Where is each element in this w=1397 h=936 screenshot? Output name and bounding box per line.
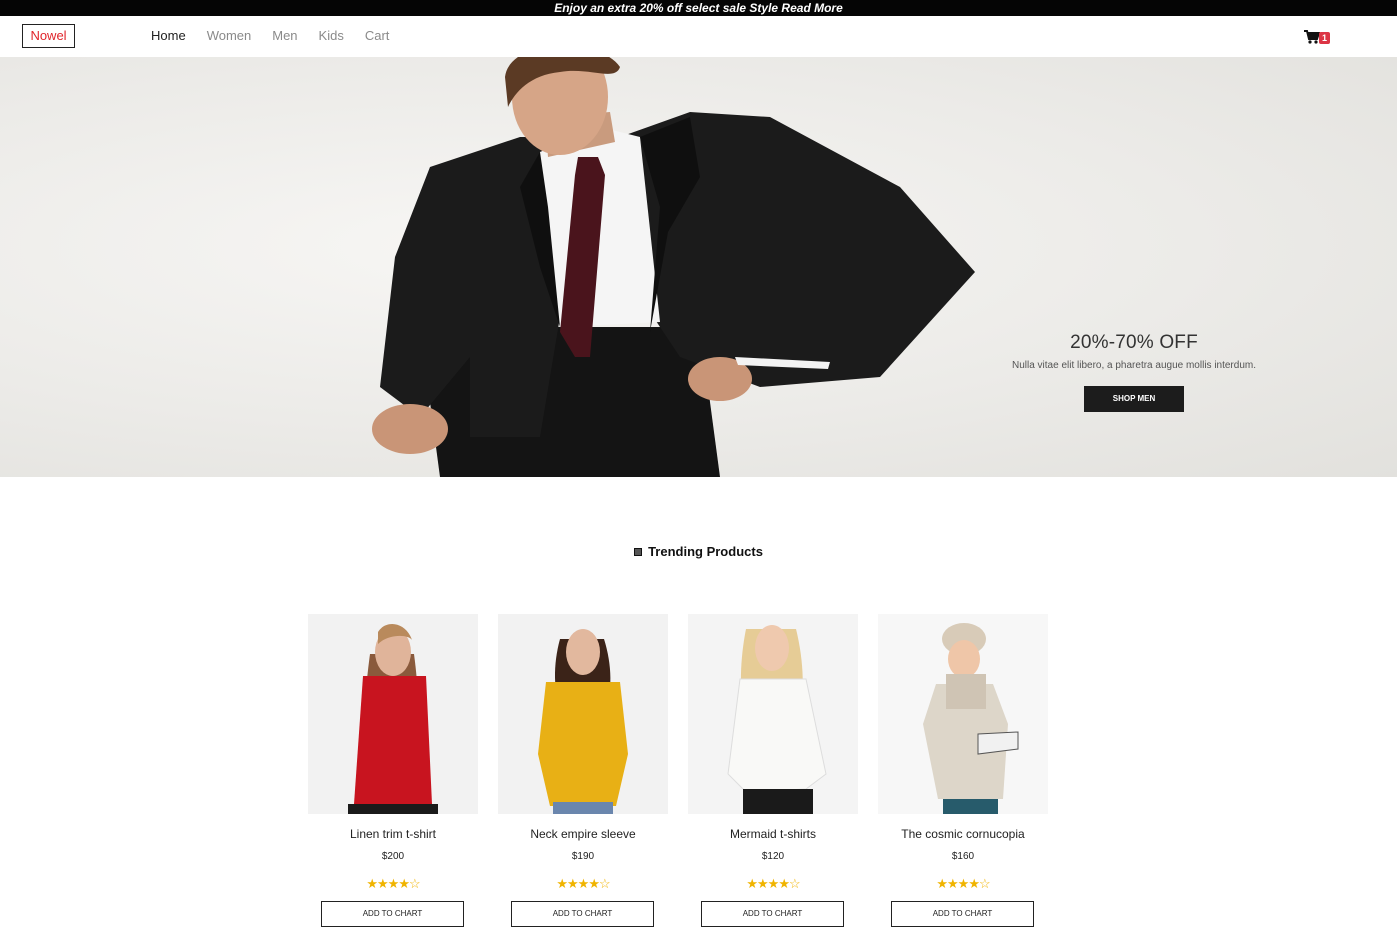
star-icon: ★★★★: [556, 876, 600, 891]
rating-stars: ★★★★☆: [878, 876, 1048, 892]
star-icon: ★★★★: [936, 876, 980, 891]
product-price: $160: [951, 851, 975, 862]
square-icon: [634, 548, 643, 556]
hero-model-image: [372, 57, 975, 477]
cart-count-badge: 1: [1319, 32, 1331, 44]
nav-men[interactable]: Men: [272, 28, 297, 43]
product-name[interactable]: Linen trim t-shirt: [308, 827, 478, 841]
add-to-cart-button[interactable]: ADD TO CHART: [511, 901, 654, 927]
star-empty-icon: ☆: [408, 876, 421, 891]
trending-products-heading: Trending Products: [0, 544, 1397, 559]
product-image[interactable]: [688, 614, 858, 814]
promo-banner[interactable]: Enjoy an extra 20% off select sale Style…: [0, 0, 1397, 16]
product-card[interactable]: Linen trim t-shirt $200 ★★★★☆ ADD TO CHA…: [308, 614, 478, 936]
product-image[interactable]: [878, 614, 1048, 814]
add-to-cart-button[interactable]: ADD TO CHART: [321, 901, 464, 927]
add-to-cart-button[interactable]: ADD TO CHART: [701, 901, 844, 927]
hero-subtitle: Nulla vitae elit libero, a pharetra augu…: [1011, 360, 1256, 371]
product-name[interactable]: The cosmic cornucopia: [878, 827, 1048, 841]
product-name[interactable]: Mermaid t-shirts: [688, 827, 858, 841]
trending-title-text: Trending Products: [648, 544, 763, 559]
nav-women[interactable]: Women: [207, 28, 252, 43]
brand-logo[interactable]: Nowel: [22, 24, 75, 48]
star-empty-icon: ☆: [598, 876, 611, 891]
star-icon: ★★★★: [746, 876, 790, 891]
rating-stars: ★★★★☆: [498, 876, 668, 892]
product-name[interactable]: Neck empire sleeve: [498, 827, 668, 841]
product-image[interactable]: [308, 614, 478, 814]
product-price: $120: [761, 851, 785, 862]
star-empty-icon: ☆: [788, 876, 801, 891]
nav-kids[interactable]: Kids: [319, 28, 344, 43]
product-card[interactable]: Mermaid t-shirts $120 ★★★★☆ ADD TO CHART: [688, 614, 858, 936]
product-card[interactable]: The cosmic cornucopia $160 ★★★★☆ ADD TO …: [878, 614, 1048, 936]
shop-men-button[interactable]: SHOP MEN: [1084, 386, 1184, 412]
cart-icon: [1304, 30, 1321, 44]
product-price: $200: [381, 851, 405, 862]
star-icon: ★★★★: [366, 876, 410, 891]
rating-stars: ★★★★☆: [308, 876, 478, 892]
shirt-shape: [354, 676, 432, 804]
product-grid: Linen trim t-shirt $200 ★★★★☆ ADD TO CHA…: [308, 614, 1048, 936]
product-card[interactable]: Neck empire sleeve $190 ★★★★☆ ADD TO CHA…: [498, 614, 668, 936]
hero-title: 20%-70% OFF: [1070, 332, 1198, 353]
hero-banner: 20%-70% OFF Nulla vitae elit libero, a p…: [0, 57, 1397, 477]
star-empty-icon: ☆: [978, 876, 991, 891]
product-price: $190: [571, 851, 595, 862]
product-image[interactable]: [498, 614, 668, 814]
shirt-shape: [538, 682, 628, 806]
promo-text[interactable]: Enjoy an extra 20% off select sale Style…: [554, 1, 843, 15]
navbar: Nowel Home Women Men Kids Cart 1: [0, 16, 1397, 57]
cart-button[interactable]: 1: [1304, 30, 1336, 48]
nav-home[interactable]: Home: [151, 28, 186, 43]
add-to-cart-button[interactable]: ADD TO CHART: [891, 901, 1034, 927]
rating-stars: ★★★★☆: [688, 876, 858, 892]
nav-links: Home Women Men Kids Cart: [151, 28, 410, 43]
nav-cart[interactable]: Cart: [365, 28, 390, 43]
